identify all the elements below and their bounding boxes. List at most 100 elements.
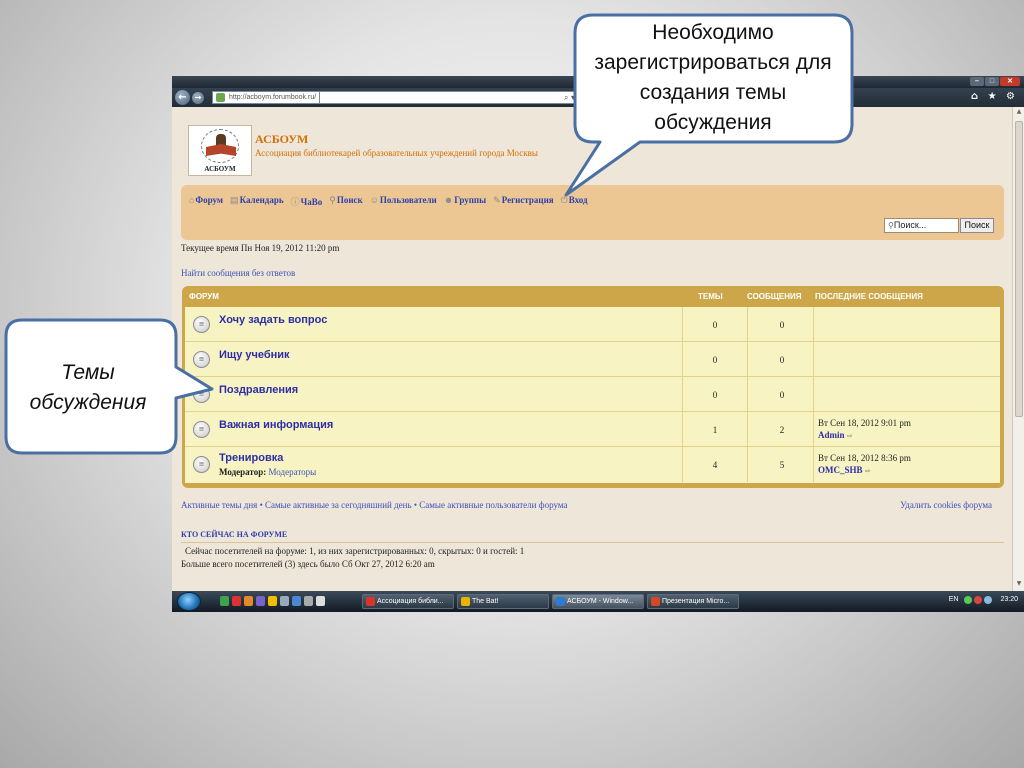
last-post-date: Вт Сен 18, 2012 8:36 pm — [818, 453, 911, 463]
menu-item-register[interactable]: ✎Регистрация — [493, 195, 553, 208]
address-search-icon[interactable]: ⌕ ▾ — [320, 91, 580, 104]
ie-icon — [556, 597, 565, 606]
table-row: ≡ Тренировка Модератор: Модераторы 4 5 В… — [185, 447, 1000, 482]
app-icon[interactable] — [268, 596, 277, 606]
language-indicator[interactable]: EN — [949, 596, 959, 606]
topics-count: 0 — [712, 355, 718, 365]
tray-icons[interactable] — [964, 596, 994, 606]
windows-taskbar: Ассоциация библи... The Bat! АСБОУМ - Wi… — [172, 591, 1024, 612]
visitors-count: Сейчас посетителей на форуме: 1, из них … — [185, 546, 525, 556]
menu-item-label: Пользователи — [379, 195, 437, 205]
forum-read-icon: ≡ — [193, 351, 210, 368]
app-icon[interactable] — [256, 596, 265, 606]
site-logo[interactable]: АСБОУМ — [188, 125, 252, 176]
forum-title-link[interactable]: Важная информация — [219, 419, 333, 431]
menu-item-forum[interactable]: ⌂Форум — [189, 195, 223, 208]
delete-cookies-link[interactable]: Удалить cookies форума — [900, 500, 992, 510]
clock: 23:20 — [1000, 596, 1018, 603]
taskbar-item-powerpoint[interactable]: Презентация Micro... — [647, 594, 739, 609]
address-url: http://acboym.forumbook.ru/ — [229, 94, 317, 101]
site-description: Ассоциация библиотекарей образовательных… — [255, 148, 538, 158]
cell-divider — [682, 307, 683, 342]
scrollbar-thumb[interactable] — [1015, 121, 1023, 417]
cell-divider — [747, 412, 748, 447]
last-post-author[interactable]: Admin — [818, 430, 845, 440]
cell-divider — [747, 307, 748, 342]
menu-item-faq[interactable]: ⓘЧаВо — [291, 195, 323, 208]
app-icon[interactable] — [316, 596, 325, 606]
address-bar[interactable]: http://acboym.forumbook.ru/ — [212, 91, 320, 104]
cell-divider — [747, 342, 748, 377]
search-icon: ⚲ — [329, 195, 336, 205]
calendar-icon: ▤ — [230, 195, 239, 205]
moderator-label: Модератор: — [219, 467, 267, 477]
task-label: The Bat! — [472, 598, 499, 605]
login-icon: ⏻ — [560, 195, 568, 205]
table-row: ≡ Поздравления 0 0 — [185, 377, 1000, 412]
menu-item-groups[interactable]: ☻Группы — [444, 195, 486, 208]
maximize-button[interactable]: □ — [985, 77, 999, 86]
antivirus-icon — [974, 596, 983, 604]
current-time: Текущее время Пн Ноя 19, 2012 11:20 pm — [181, 243, 340, 253]
opera-icon[interactable] — [232, 596, 241, 606]
back-icon[interactable]: ← — [175, 90, 190, 105]
app-icon[interactable] — [280, 596, 289, 606]
last-post: Вт Сен 18, 2012 9:01 pm Admin ⇨ — [818, 417, 911, 442]
app-icon[interactable] — [244, 596, 253, 606]
scroll-up-icon[interactable]: ▲ — [1014, 108, 1024, 118]
main-menu: ⌂Форум ▤Календарь ⓘЧаВо ⚲Поиск ☺Пользова… — [189, 195, 588, 208]
forum-search-input[interactable]: ⚲Поиск... — [884, 218, 959, 233]
site-title[interactable]: АСБОУМ — [255, 132, 308, 147]
menu-item-calendar[interactable]: ▤Календарь — [230, 195, 284, 208]
home-icon: ⌂ — [189, 195, 195, 205]
header-last-posts: ПОСЛЕДНИЕ СООБЩЕНИЯ — [815, 292, 923, 301]
taskbar-item-opera[interactable]: Ассоциация библи... — [362, 594, 454, 609]
app-icon[interactable] — [292, 596, 301, 606]
moderator-link[interactable]: Модераторы — [269, 467, 317, 477]
forum-title-link[interactable]: Ищу учебник — [219, 349, 290, 361]
menu-item-search[interactable]: ⚲Поиск — [329, 195, 362, 208]
close-button[interactable]: ✕ — [1000, 77, 1020, 86]
scroll-down-icon[interactable]: ▼ — [1014, 580, 1024, 590]
menu-item-label: ЧаВо — [300, 197, 323, 207]
forum-read-icon: ≡ — [193, 316, 210, 333]
forum-title-link[interactable]: Тренировка — [219, 452, 283, 464]
callout-register-text: Необходимо зарегистрироваться для создан… — [594, 21, 832, 134]
vertical-scrollbar[interactable]: ▲ ▼ — [1012, 107, 1024, 591]
forum-read-icon: ≡ — [193, 386, 210, 403]
menu-item-login[interactable]: ⏻Вход — [561, 195, 588, 208]
posts-count: 5 — [779, 460, 785, 470]
header-forum: ФОРУМ — [189, 292, 219, 301]
browser-tool-icons[interactable]: ⌂ ★ ⚙ — [971, 91, 1018, 102]
taskbar-item-ie[interactable]: АСБОУМ - Window... — [552, 594, 644, 609]
network-icon — [964, 596, 973, 604]
cell-divider — [813, 412, 814, 447]
last-post: Вт Сен 18, 2012 8:36 pm OMC_SHB ⇨ — [818, 452, 911, 477]
task-label: Презентация Micro... — [662, 598, 730, 605]
app-icon[interactable] — [304, 596, 313, 606]
search-dropdown-icon: ⌕ ▾ — [563, 93, 575, 102]
table-row: ≡ Важная информация 1 2 Вт Сен 18, 2012 … — [185, 412, 1000, 447]
search-placeholder: Поиск... — [893, 220, 927, 230]
minimize-button[interactable]: – — [970, 77, 984, 86]
forward-icon[interactable]: → — [192, 92, 204, 104]
cell-divider — [747, 377, 748, 412]
forum-menubar: ⌂Форум ▤Календарь ⓘЧаВо ⚲Поиск ☺Пользова… — [181, 185, 1004, 240]
view-post-icon[interactable]: ⇨ — [847, 432, 853, 440]
taskbar-item-thebat[interactable]: The Bat! — [457, 594, 549, 609]
skype-icon[interactable] — [220, 596, 229, 606]
forum-title-link[interactable]: Хочу задать вопрос — [219, 314, 327, 326]
menu-item-users[interactable]: ☺Пользователи — [370, 195, 437, 208]
topics-count: 4 — [712, 460, 718, 470]
forum-search-button[interactable]: Поиск — [960, 218, 994, 233]
cell-divider — [682, 447, 683, 482]
last-post-author[interactable]: OMC_SHB — [818, 465, 863, 475]
unanswered-posts-link[interactable]: Найти сообщения без ответов — [181, 268, 295, 278]
active-topics-links[interactable]: Активные темы дня • Самые активные за се… — [181, 500, 567, 510]
cell-divider — [813, 342, 814, 377]
view-post-icon[interactable]: ⇨ — [865, 467, 871, 475]
start-button-icon[interactable] — [177, 592, 201, 611]
cell-divider — [682, 342, 683, 377]
volume-icon — [984, 596, 993, 604]
forum-title-link[interactable]: Поздравления — [219, 384, 298, 396]
